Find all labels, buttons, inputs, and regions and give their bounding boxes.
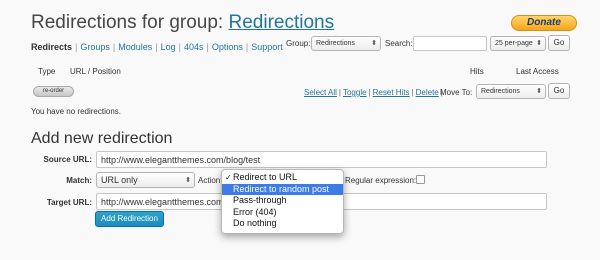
select-all-link[interactable]: Select All [304,88,337,97]
updown-arrow-icon: ⬍ [371,40,377,47]
group-filter-value: Redirections [316,40,355,47]
delete-link[interactable]: Delete [416,88,439,97]
move-to-label: Move To: [440,88,473,97]
page-title-prefix: Redirections for group: [31,12,229,33]
move-to-value: Redirections [481,88,520,95]
column-hits: Hits [470,67,484,76]
subnav-log[interactable]: Log [161,42,176,52]
column-type: Type [38,67,56,76]
column-last-access: Last Access [516,67,559,76]
action-label: Action: [198,176,223,185]
subnav-options[interactable]: Options [212,42,243,52]
regex-label: Regular expression: [345,176,417,185]
group-filter-select[interactable]: Redirections ⬍ [311,36,381,51]
toggle-link[interactable]: Toggle [343,88,367,97]
subnav-groups[interactable]: Groups [80,42,110,52]
filter-go-button[interactable]: Go [548,35,570,51]
subnav-support[interactable]: Support [251,42,283,52]
subnav: Redirects | Groups | Modules | Log | 404s | Option… [31,42,283,52]
column-url-position: URL / Position [70,67,121,76]
option-label: Error (404) [233,206,277,217]
source-url-label: Source URL: [43,155,92,164]
move-to-select[interactable]: Redirections ⬍ [476,84,546,99]
bulk-actions: Select All | Toggle | Reset Hits | Delete | [304,88,443,97]
updown-arrow-icon: ⬍ [185,177,191,184]
action-option-random-post[interactable]: Redirect to random post [222,183,343,195]
option-label: Pass-through [233,195,287,205]
updown-arrow-icon: ⬍ [536,88,542,95]
add-redirection-button[interactable]: Add Redirection [95,211,164,227]
action-option-do-nothing[interactable]: Do nothing [222,218,343,230]
group-title-link[interactable]: Redirections [229,12,335,33]
option-label: Do nothing [233,218,277,228]
search-input[interactable] [413,36,487,51]
option-label: Redirect to URL [233,172,298,182]
match-label: Match: [66,176,92,185]
action-dropdown-menu: ✓ Redirect to URL Redirect to random pos… [221,169,344,234]
reset-hits-link[interactable]: Reset Hits [373,88,410,97]
option-label: Redirect to random post [233,183,330,194]
action-option-error-404[interactable]: Error (404) [222,207,343,219]
checkmark-icon: ✓ [225,173,232,182]
match-value: URL only [101,175,138,185]
match-select[interactable]: URL only ⬍ [96,172,195,188]
search-label: Search: [385,39,413,48]
action-option-redirect-url[interactable]: ✓ Redirect to URL [222,172,343,184]
empty-message: You have no redirections. [31,107,121,116]
target-url-label: Target URL: [46,198,92,207]
per-page-select[interactable]: 25 per-page ⬍ [490,36,546,51]
subnav-404s[interactable]: 404s [184,42,204,52]
updown-arrow-icon: ⬍ [536,40,542,47]
add-redirection-title: Add new redirection [31,130,173,147]
subnav-redirects[interactable]: Redirects [31,42,72,52]
donate-button[interactable]: Donate [511,15,577,31]
reorder-button[interactable]: re-order [33,86,74,97]
page-title: Redirections for group: Redirections [31,12,334,34]
regex-checkbox[interactable] [416,175,425,184]
per-page-value: 25 per-page [495,40,533,47]
group-filter-label: Group: [286,39,311,48]
subnav-modules[interactable]: Modules [118,42,152,52]
move-go-button[interactable]: Go [548,83,570,99]
source-url-input[interactable]: http://www.elegantthemes.com/blog/test [96,151,547,168]
action-option-pass-through[interactable]: Pass-through [222,195,343,207]
